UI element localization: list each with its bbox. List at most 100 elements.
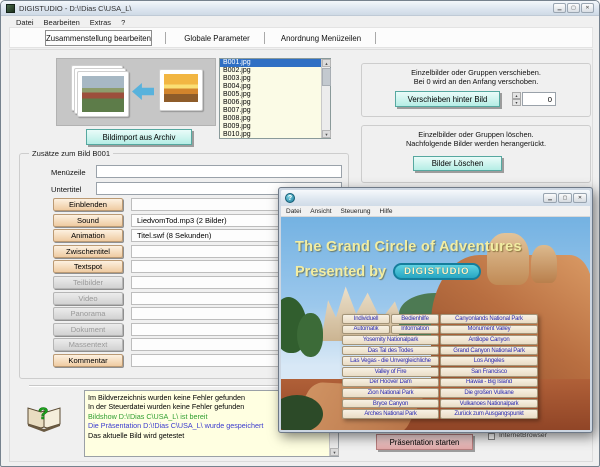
- window-title: DIGISTUDIO - D:\!Dias C\USA_L\: [19, 4, 132, 13]
- tab-zusammenstellung[interactable]: Zusammenstellung bearbeiten: [45, 30, 152, 46]
- bildimport-button[interactable]: Bildimport aus Archiv: [86, 129, 192, 145]
- nav-san-francisco[interactable]: San Francisco: [440, 367, 538, 377]
- nav-automatik[interactable]: Automatik: [342, 325, 390, 335]
- tab-separator: [264, 32, 265, 44]
- presentation-title: The Grand Circle of Adventures: [295, 239, 522, 255]
- menuzeile-input[interactable]: [96, 165, 342, 178]
- menuzeile-label: Menüzeile: [51, 168, 86, 177]
- nav-monument-valley[interactable]: Monument Valley: [440, 325, 538, 335]
- nav-bedienhilfe[interactable]: Bedienhilfe: [391, 314, 439, 324]
- file-list-item[interactable]: B002.jpg: [220, 67, 321, 75]
- internetbrowser-checkbox[interactable]: [488, 433, 495, 440]
- nav-grand-canyon[interactable]: Grand Canyon National Park: [440, 346, 538, 356]
- file-list-item[interactable]: B007.jpg: [220, 107, 321, 115]
- untertitel-label: Untertitel: [51, 185, 81, 194]
- file-list-item[interactable]: B004.jpg: [220, 83, 321, 91]
- presentation-subtitle-row: Presented by DIGISTUDIO: [295, 263, 481, 280]
- preview-menu-ansicht[interactable]: Ansicht: [310, 208, 331, 215]
- textspot-button[interactable]: Textspot: [53, 260, 123, 273]
- preview-menu-bar: Datei Ansicht Steuerung Hilfe: [281, 206, 590, 217]
- nav-antilope-canyon[interactable]: Antilope Canyon: [440, 335, 538, 345]
- nav-los-angeles[interactable]: Los Angeles: [440, 356, 538, 366]
- spinner-down-icon[interactable]: ▼: [512, 99, 521, 106]
- move-text-line1: Einzelbilder oder Gruppen verschieben.: [361, 68, 591, 77]
- import-arrow-icon: [132, 83, 154, 100]
- file-list-item[interactable]: B003.jpg: [220, 75, 321, 83]
- scroll-thumb[interactable]: [322, 68, 331, 86]
- move-text-line2: Bei 0 wird an den Anfang verschoben.: [361, 77, 591, 86]
- close-button[interactable]: ✕: [581, 3, 594, 13]
- sunset-photo-thumbnail: [164, 74, 198, 102]
- kommentar-button[interactable]: Kommentar: [53, 354, 123, 367]
- zwischentitel-button[interactable]: Zwischentitel: [53, 245, 123, 258]
- preview-menu-steuerung[interactable]: Steuerung: [341, 208, 371, 215]
- position-input[interactable]: [522, 92, 556, 106]
- verschieben-button[interactable]: Verschieben hinter Bild: [395, 91, 500, 107]
- nav-vulkanoes[interactable]: Vulkanoes Nationalpark: [440, 399, 538, 409]
- nav-bryce-canyon[interactable]: Bryce Canyon: [342, 399, 439, 409]
- preview-window: ? ▁ ▢ ✕ Datei Ansicht Steuerung Hilfe: [278, 187, 593, 433]
- tab-anordnung-menuzeilen[interactable]: Anordnung Menüzeilen: [268, 30, 374, 46]
- menu-help[interactable]: ?: [116, 17, 130, 28]
- nav-arches[interactable]: Arches National Park: [342, 409, 439, 419]
- maximize-button[interactable]: ▢: [567, 3, 580, 13]
- file-list-item[interactable]: B001.jpg: [220, 59, 321, 67]
- preview-menu-hilfe[interactable]: Hilfe: [380, 208, 393, 215]
- tab-globale-parameter[interactable]: Globale Parameter: [172, 30, 262, 46]
- position-spinner[interactable]: ▲▼: [512, 92, 521, 106]
- preview-minimize-button[interactable]: ▁: [543, 193, 557, 203]
- scroll-down-icon[interactable]: ▼: [330, 448, 339, 456]
- nav-las-vegas[interactable]: Las Vegas - die Unvergleichliche: [342, 356, 439, 366]
- einblenden-button[interactable]: Einblenden: [53, 198, 123, 211]
- delete-text-line1: Einzelbilder oder Gruppen löschen.: [361, 130, 591, 139]
- nav-individuell[interactable]: Individuell: [342, 314, 390, 324]
- nav-information[interactable]: Information: [391, 325, 439, 335]
- nav-zion[interactable]: Zion National Park: [342, 388, 439, 398]
- minimize-button[interactable]: ▁: [553, 3, 566, 13]
- photo-hoodoo: [531, 245, 557, 283]
- spinner-up-icon[interactable]: ▲: [512, 92, 521, 99]
- file-list-item[interactable]: B008.jpg: [220, 115, 321, 123]
- nav-grosse-vulkane[interactable]: Die großen Vulkane: [440, 388, 538, 398]
- scroll-down-icon[interactable]: ▼: [322, 130, 331, 138]
- scroll-up-icon[interactable]: ▲: [322, 59, 331, 67]
- file-list-scrollbar[interactable]: ▲ ▼: [321, 59, 330, 138]
- teilbilder-button: Teilbilder: [53, 276, 123, 289]
- nav-valley-of-fire[interactable]: Valley of Fire: [342, 367, 439, 377]
- file-list-item[interactable]: B009.jpg: [220, 123, 321, 131]
- nav-hoover-dam[interactable]: Der Hoover Dam: [342, 378, 439, 388]
- file-list-item[interactable]: B006.jpg: [220, 99, 321, 107]
- image-import-panel: [56, 58, 216, 126]
- house-photo-thumbnail: [82, 76, 124, 112]
- preview-close-button[interactable]: ✕: [573, 193, 587, 203]
- animation-button[interactable]: Animation: [53, 229, 123, 242]
- preview-menu-datei[interactable]: Datei: [286, 208, 301, 215]
- nav-tal-des-todes[interactable]: Das Tal des Todes: [342, 346, 439, 356]
- file-list-item[interactable]: B010.jpg: [220, 131, 321, 138]
- image-file-list[interactable]: B001.jpg B002.jpg B003.jpg B004.jpg B005…: [219, 58, 331, 139]
- internetbrowser-label: InternetBrowser: [499, 432, 547, 439]
- menu-extras[interactable]: Extras: [85, 17, 116, 28]
- praesentation-starten-button[interactable]: Präsentation starten: [376, 434, 473, 450]
- app-icon: [6, 4, 15, 13]
- nav-canyonlands[interactable]: Canyonlands National Park: [440, 314, 538, 324]
- dokument-button: Dokument: [53, 323, 123, 336]
- tab-strip: Zusammenstellung bearbeiten Globale Para…: [9, 27, 593, 48]
- tab-separator: [165, 32, 166, 44]
- digistudio-logo: DIGISTUDIO: [393, 263, 480, 280]
- presented-by-text: Presented by: [295, 264, 386, 280]
- nav-zurueck[interactable]: Zurück zum Ausgangspunkt: [440, 409, 538, 419]
- title-bar[interactable]: DIGISTUDIO - D:\!Dias C\USA_L\ ▁ ▢ ✕: [1, 1, 599, 16]
- delete-text-line2: Nachfolgende Bilder werden herangerückt.: [361, 139, 591, 148]
- presentation-nav-menu: Individuell Bedienhilfe Canyonlands Nati…: [342, 314, 538, 419]
- menu-bearbeiten[interactable]: Bearbeiten: [39, 17, 85, 28]
- sound-button[interactable]: Sound: [53, 214, 123, 227]
- nav-yosemity[interactable]: Yosemity Nationalpark: [342, 335, 439, 345]
- preview-title-bar[interactable]: ? ▁ ▢ ✕: [281, 190, 590, 206]
- panorama-button: Panorama: [53, 307, 123, 320]
- menu-datei[interactable]: Datei: [11, 17, 39, 28]
- file-list-item[interactable]: B005.jpg: [220, 91, 321, 99]
- preview-maximize-button[interactable]: ▢: [558, 193, 572, 203]
- bilder-loeschen-button[interactable]: Bilder Löschen: [413, 156, 502, 171]
- nav-hawaii[interactable]: Hawaii - Big Island: [440, 378, 538, 388]
